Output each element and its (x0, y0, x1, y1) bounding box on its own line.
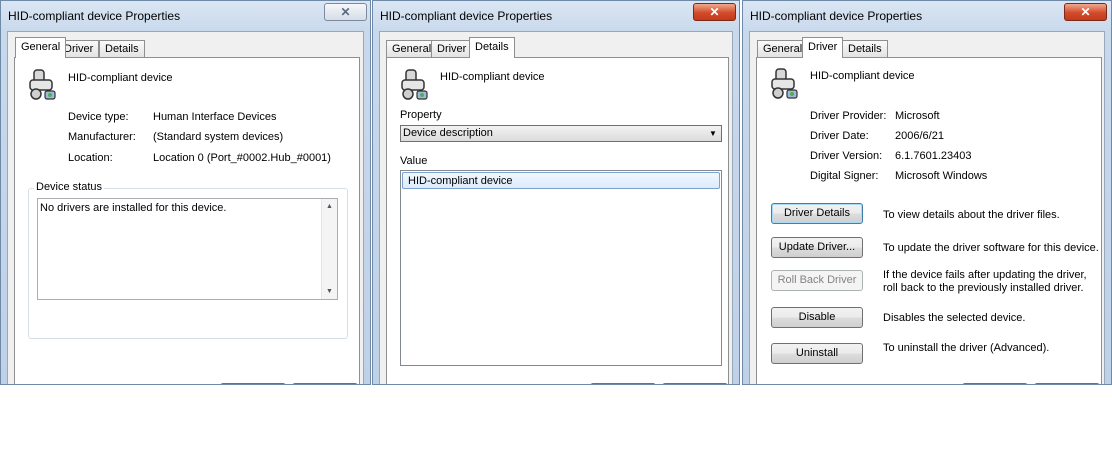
properties-window-general: HID-compliant device Properties ✕ Genera… (0, 0, 371, 385)
tab-driver[interactable]: Driver (431, 40, 473, 57)
property-dropdown[interactable]: Device description ▼ (400, 125, 722, 142)
title-bar[interactable]: HID-compliant device Properties ✕ (743, 1, 1111, 31)
digital-signer-value: Microsoft Windows (895, 170, 988, 182)
device-type-value: Human Interface Devices (153, 111, 277, 123)
property-label: Property (400, 109, 442, 121)
location-value: Location 0 (Port_#0002.Hub_#0001) (153, 152, 331, 164)
device-status-label: Device status (34, 181, 105, 193)
ok-button[interactable] (220, 383, 286, 384)
close-icon: ✕ (1080, 5, 1091, 19)
cancel-button[interactable] (1034, 383, 1100, 384)
device-status-textbox[interactable]: No drivers are installed for this device… (37, 198, 338, 300)
hid-device-icon (771, 68, 798, 99)
window-title: HID-compliant device Properties (380, 9, 553, 23)
roll-back-driver-button[interactable]: Roll Back Driver (771, 270, 863, 291)
cancel-button[interactable] (662, 383, 728, 384)
tab-details[interactable]: Details (469, 37, 515, 58)
status-scrollbar[interactable]: ▲ ▼ (321, 199, 337, 299)
location-label: Location: (68, 152, 113, 164)
cancel-button[interactable] (292, 383, 358, 384)
driver-provider-value: Microsoft (895, 110, 940, 122)
driver-details-button[interactable]: Driver Details (771, 203, 863, 224)
value-listbox[interactable]: HID-compliant device (400, 170, 722, 366)
disable-button[interactable]: Disable (771, 307, 863, 328)
device-type-label: Device type: (68, 111, 129, 123)
details-tab-panel: HID-compliant device Property Device des… (386, 57, 729, 384)
device-name: HID-compliant device (68, 72, 173, 84)
disable-description: Disables the selected device. (883, 312, 1026, 324)
driver-tab-panel: HID-compliant device Driver Provider: Mi… (756, 57, 1102, 384)
ok-button[interactable] (962, 383, 1028, 384)
device-name: HID-compliant device (440, 71, 545, 83)
update-driver-button[interactable]: Update Driver... (771, 237, 863, 258)
close-icon: ✕ (709, 5, 720, 19)
uninstall-description: To uninstall the driver (Advanced). (883, 342, 1050, 354)
manufacturer-value: (Standard system devices) (153, 131, 284, 143)
ok-button[interactable] (590, 383, 656, 384)
scroll-down-icon[interactable]: ▼ (322, 288, 337, 295)
general-tab-panel: HID-compliant device Device type: Human … (14, 57, 360, 384)
property-selected-value: Device description (403, 127, 493, 139)
tab-details[interactable]: Details (842, 40, 888, 57)
value-label: Value (400, 155, 428, 167)
driver-date-value: 2006/6/21 (895, 130, 944, 142)
close-icon: ✕ (340, 5, 351, 19)
hid-device-icon (29, 69, 56, 100)
title-bar[interactable]: HID-compliant device Properties ✕ (1, 1, 370, 31)
properties-window-details: HID-compliant device Properties ✕ Genera… (372, 0, 740, 385)
list-item[interactable]: HID-compliant device (402, 172, 720, 189)
roll-back-driver-description: If the device fails after updating the d… (883, 269, 1087, 294)
properties-window-driver: HID-compliant device Properties ✕ Genera… (742, 0, 1112, 385)
chevron-down-icon[interactable]: ▼ (705, 126, 721, 141)
driver-provider-label: Driver Provider: (810, 110, 887, 122)
scroll-up-icon[interactable]: ▲ (322, 203, 337, 210)
window-title: HID-compliant device Properties (750, 9, 923, 23)
tab-details[interactable]: Details (99, 40, 145, 57)
device-name: HID-compliant device (810, 70, 915, 82)
dialog-client-area: General Driver Details HID-compliant dev… (7, 31, 364, 384)
driver-details-description: To view details about the driver files. (883, 209, 1060, 221)
dialog-client-area: General Driver Details HID-compliant dev… (749, 31, 1105, 384)
driver-version-value: 6.1.7601.23403 (895, 150, 972, 162)
uninstall-button[interactable]: Uninstall (771, 343, 863, 364)
close-button[interactable]: ✕ (1064, 3, 1107, 21)
tab-general[interactable]: General (15, 37, 67, 58)
tab-general[interactable]: General (757, 40, 809, 57)
update-driver-description: To update the driver software for this d… (883, 242, 1099, 254)
window-title: HID-compliant device Properties (8, 9, 181, 23)
device-status-text: No drivers are installed for this device… (40, 202, 227, 214)
driver-date-label: Driver Date: (810, 130, 869, 142)
digital-signer-label: Digital Signer: (810, 170, 879, 182)
dialog-client-area: General Driver Details HID-compliant dev… (379, 31, 733, 384)
manufacturer-label: Manufacturer: (68, 131, 136, 143)
close-button[interactable]: ✕ (324, 3, 367, 21)
driver-version-label: Driver Version: (810, 150, 883, 162)
close-button[interactable]: ✕ (693, 3, 736, 21)
tab-driver[interactable]: Driver (802, 37, 844, 58)
hid-device-icon (401, 69, 428, 100)
title-bar[interactable]: HID-compliant device Properties ✕ (373, 1, 739, 31)
tab-general[interactable]: General (386, 40, 438, 57)
